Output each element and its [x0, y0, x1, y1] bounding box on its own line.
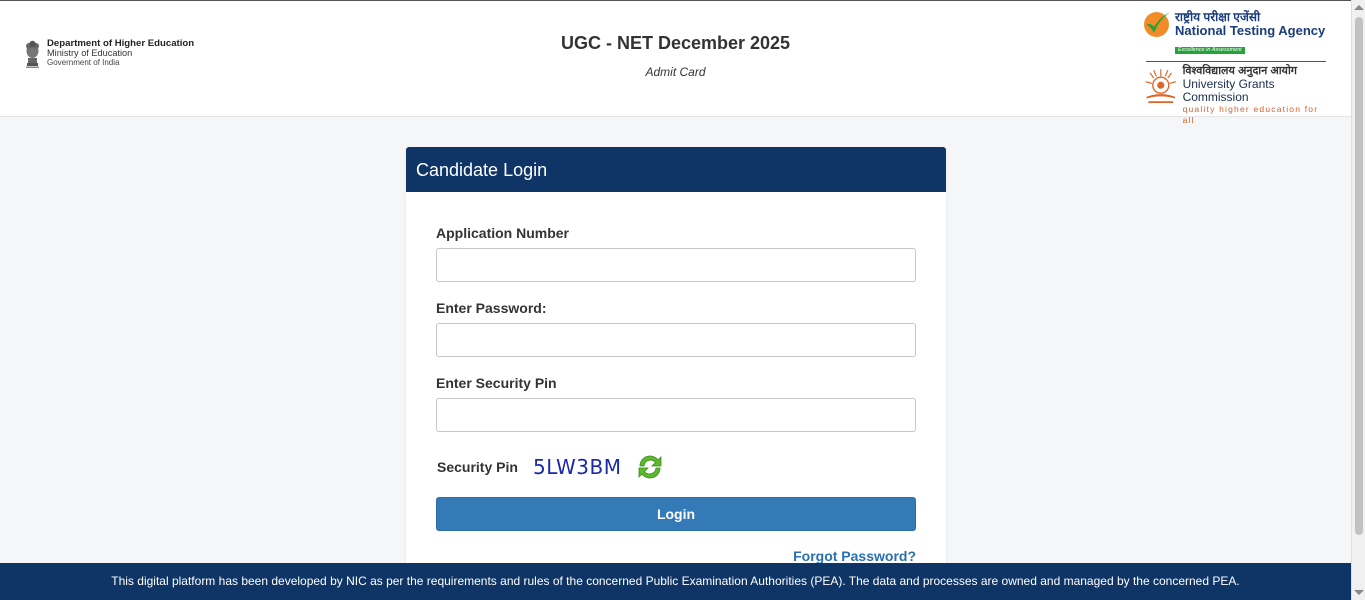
nta-tagline: Excellence in Assessment	[1175, 47, 1245, 54]
scroll-down-arrow-icon[interactable]	[1354, 590, 1364, 595]
security-pin-input[interactable]	[436, 398, 916, 432]
refresh-icon[interactable]	[634, 451, 666, 483]
ugc-sun-icon	[1145, 69, 1177, 104]
application-number-label: Application Number	[436, 225, 570, 241]
ugc-name: University Grants Commission	[1182, 77, 1275, 104]
password-label: Enter Password:	[436, 300, 547, 316]
scroll-up-arrow-icon[interactable]	[1354, 5, 1364, 10]
ugc-logo: विश्वविद्यालय अनुदान आयोग University Gra…	[1143, 65, 1326, 126]
vertical-scrollbar[interactable]	[1351, 0, 1365, 600]
application-number-input[interactable]	[436, 248, 916, 282]
scroll-thumb[interactable]	[1355, 17, 1363, 535]
nta-name: National Testing Agency	[1175, 23, 1326, 38]
captcha-label: Security Pin	[437, 459, 518, 475]
captcha-row: Security Pin 5LW3BM	[436, 450, 916, 484]
ugc-tagline: quality higher education for all	[1182, 104, 1319, 125]
security-pin-label: Enter Security Pin	[436, 375, 557, 391]
agency-logos: राष्ट्रीय परीक्षा एजेंसी National Testin…	[1143, 11, 1326, 126]
forgot-password-link[interactable]: Forgot Password?	[436, 548, 916, 564]
page-header: Department of Higher Education Ministry …	[0, 0, 1351, 125]
login-form: Application Number Enter Password: Enter…	[406, 192, 946, 564]
login-card-title: Candidate Login	[406, 147, 946, 192]
nta-logo: राष्ट्रीय परीक्षा एजेंसी National Testin…	[1143, 11, 1326, 56]
login-button[interactable]: Login	[436, 497, 916, 531]
password-input[interactable]	[436, 323, 916, 357]
captcha-code: 5LW3BM	[533, 455, 622, 479]
login-card: Candidate Login Application Number Enter…	[406, 147, 946, 577]
page: Department of Higher Education Ministry …	[0, 0, 1365, 600]
page-footer: This digital platform has been developed…	[0, 563, 1351, 600]
nta-check-icon	[1144, 12, 1170, 37]
logo-divider	[1146, 61, 1326, 62]
